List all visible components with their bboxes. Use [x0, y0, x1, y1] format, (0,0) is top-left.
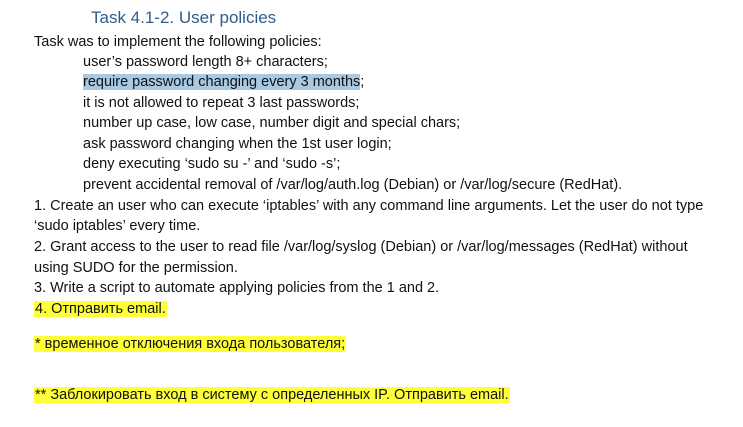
document-page: Task 4.1-2. User policies Task was to im… — [0, 0, 743, 427]
task-item-2-line-1: 2. Grant access to the user to read file… — [34, 239, 688, 255]
policy-line-first-login: ask password changing when the 1st user … — [83, 136, 392, 152]
document-heading: Task 4.1-2. User policies — [91, 8, 277, 27]
policy-line-char-classes: number up case, low case, number digit a… — [83, 115, 461, 131]
policy-line-password-length: user’s password length 8+ characters; — [83, 54, 328, 70]
selected-text[interactable]: require password changing every 3 months — [83, 74, 361, 90]
highlighted-text: 4. Отправить email. — [34, 301, 167, 317]
task-item-4: 4. Отправить email. — [34, 299, 167, 319]
task-item-1-line-2: ‘sudo iptables’ every time. — [34, 218, 201, 234]
highlighted-text: ** Заблокировать вход в систему с опреде… — [34, 387, 510, 403]
policy-line-prevent-removal: prevent accidental removal of /var/log/a… — [83, 177, 623, 193]
policy-line-suffix: ; — [360, 74, 365, 90]
policy-line-deny-sudo: deny executing ‘sudo su -’ and ‘sudo -s’… — [83, 156, 341, 172]
task-item-1-line-1: 1. Create an user who can execute ‘iptab… — [34, 198, 704, 214]
note-2: ** Заблокировать вход в систему с опреде… — [34, 385, 510, 405]
policy-line-password-changing: require password changing every 3 months… — [83, 72, 364, 92]
policy-line-repeat-passwords: it is not allowed to repeat 3 last passw… — [83, 95, 360, 111]
intro-line: Task was to implement the following poli… — [34, 34, 322, 50]
task-item-2-line-2: using SUDO for the permission. — [34, 260, 238, 276]
note-1: * временное отключения входа пользовател… — [34, 334, 347, 354]
highlighted-text: * временное отключения входа пользовател… — [34, 336, 347, 352]
task-item-3: 3. Write a script to automate applying p… — [34, 280, 440, 296]
